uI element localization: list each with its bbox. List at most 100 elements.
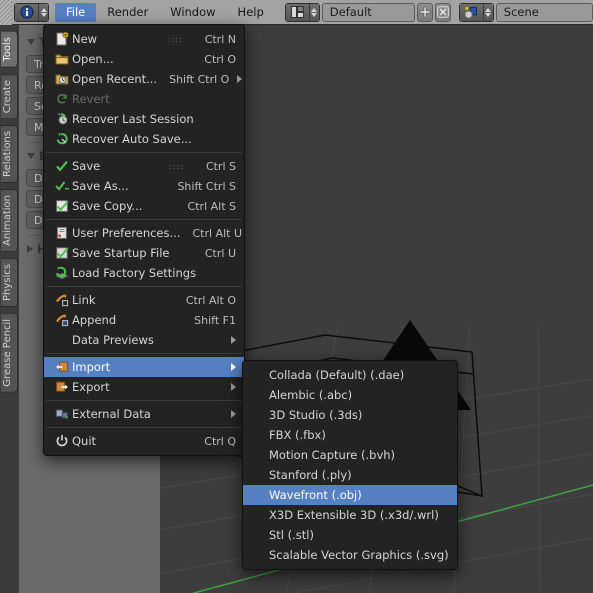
menu-label-external-data: External Data [72,407,151,421]
append-icon [52,313,72,327]
external-data-icon [52,407,72,421]
import-item-alembic[interactable]: Alembic (.abc) [243,385,457,405]
editor-type-spinner[interactable] [39,3,48,21]
revert-icon [52,92,72,106]
menu-accel-save-startup-file: Ctrl U [204,246,236,260]
main-menu-strip: File Render Window Help [55,0,275,25]
sidebar-tab-relations[interactable]: Relations [1,124,18,183]
triangle-down-icon [27,39,35,45]
drag-grip[interactable]: :::: [158,35,193,44]
load-factory-icon [52,266,72,280]
import-item-collada[interactable]: Collada (Default) (.dae) [243,365,457,385]
screen-layout-selector[interactable] [284,2,320,22]
sidebar-tab-physics[interactable]: Physics [1,257,18,307]
menu-label-link: Link [72,293,96,307]
menu-item-quit[interactable]: Quit Ctrl Q [44,431,244,451]
add-screen-layout-button[interactable] [416,2,433,22]
triangle-down-icon [27,153,35,159]
menu-item-append[interactable]: Append Shift F1 [44,310,244,330]
import-item-fbx[interactable]: FBX (.fbx) [243,425,457,445]
menu-label-append: Append [72,313,117,327]
menu-separator [46,400,242,401]
menu-file[interactable]: File [55,2,97,22]
sidebar-tab-create[interactable]: Create [1,73,18,119]
menu-render[interactable]: Render [96,3,159,22]
menu-item-save-copy[interactable]: Save Copy... Ctrl Alt S [44,196,244,216]
menu-accel-save-copy: Ctrl Alt S [187,199,236,213]
menu-item-save-startup-file[interactable]: Save Startup File Ctrl U [44,243,244,263]
screen-layout-name-field[interactable]: Default [321,2,415,22]
scene-name-field[interactable]: Scene [495,2,593,22]
chevron-right-icon [237,75,243,83]
menu-label-load-factory-settings: Load Factory Settings [72,266,197,280]
scene-spinner[interactable] [483,3,493,21]
menu-label-save-startup-file: Save Startup File [72,246,170,260]
import-item-3d-studio[interactable]: 3D Studio (.3ds) [243,405,457,425]
blender-window: File Render Window Help Default Scene To… [0,0,593,593]
menu-item-open-recent[interactable]: Open Recent... Shift Ctrl O [44,69,244,89]
drag-grip[interactable]: :::: [159,162,194,171]
menu-label-user-preferences: User Preferences... [72,226,181,240]
menu-separator [46,427,242,428]
scene-selector[interactable] [458,2,494,22]
import-item-x3d[interactable]: X3D Extensible 3D (.x3d/.wrl) [243,505,457,525]
menu-accel-save: Ctrl S [205,159,236,173]
new-file-icon [52,32,72,46]
menu-separator [46,353,242,354]
menu-item-revert: Revert [44,89,244,109]
menu-item-save-as[interactable]: Save As... Shift Ctrl S [44,176,244,196]
menu-item-export[interactable]: Export [44,377,244,397]
menu-separator [46,286,242,287]
sidebar-tab-tools[interactable]: Tools [1,31,18,68]
sidebar-tab-animation[interactable]: Animation [1,188,18,252]
menu-item-link[interactable]: Link Ctrl Alt O [44,290,244,310]
menu-label-recover-last-session: Recover Last Session [72,112,194,126]
import-item-svg[interactable]: Scalable Vector Graphics (.svg) [243,545,457,565]
menu-item-load-factory-settings[interactable]: Load Factory Settings [44,263,244,283]
menu-help[interactable]: Help [227,3,275,22]
menu-item-data-previews[interactable]: Data Previews [44,330,244,350]
import-item-wavefront-obj[interactable]: Wavefront (.obj) [243,485,457,505]
screen-layout-spinner[interactable] [309,3,319,21]
menu-separator [46,152,242,153]
file-dropdown-menu[interactable]: New :::: Ctrl N Open... Ctrl O Open Rece… [43,24,245,456]
sidebar-tab-grease-pencil[interactable]: Grease Pencil [1,312,18,393]
menu-item-import[interactable]: Import [44,357,244,377]
menu-label-export: Export [72,380,110,394]
menu-item-recover-last-session[interactable]: Recover Last Session [44,109,244,129]
tool-shelf-tab-column: Tools Create Relations Animation Physics… [0,25,19,593]
menu-label-save-copy: Save Copy... [72,199,143,213]
menu-accel-new: Ctrl N [204,32,236,46]
menu-label-import: Import [72,360,111,374]
menu-item-external-data[interactable]: External Data [44,404,244,424]
menu-item-recover-auto-save[interactable]: Recover Auto Save... [44,129,244,149]
menu-accel-user-preferences: Ctrl Alt U [192,226,242,240]
open-folder-icon [52,52,72,66]
header-grip[interactable] [0,0,12,25]
chevron-right-icon [231,363,236,371]
menu-label-quit: Quit [72,434,97,448]
menu-accel-link: Ctrl Alt O [185,293,236,307]
editor-type-selector[interactable] [14,2,49,22]
open-recent-icon [52,72,72,86]
import-item-stanford[interactable]: Stanford (.ply) [243,465,457,485]
menu-item-open[interactable]: Open... Ctrl O [44,49,244,69]
menu-label-revert: Revert [72,92,110,106]
menu-accel-append: Shift F1 [194,313,236,327]
menu-item-save[interactable]: Save :::: Ctrl S [44,156,244,176]
import-item-stl[interactable]: Stl (.stl) [243,525,457,545]
menu-window[interactable]: Window [159,3,226,22]
menu-label-new: New [72,32,98,46]
save-startup-icon [52,246,72,260]
menu-separator [46,219,242,220]
menu-label-save: Save [72,159,101,173]
export-icon [52,380,72,394]
remove-screen-layout-button[interactable] [434,2,451,22]
menu-accel-quit: Ctrl Q [204,434,236,448]
menu-item-user-preferences[interactable]: User Preferences... Ctrl Alt U [44,223,244,243]
menu-item-new[interactable]: New :::: Ctrl N [44,29,244,49]
chevron-right-icon [231,383,236,391]
import-item-motion-capture[interactable]: Motion Capture (.bvh) [243,445,457,465]
import-submenu[interactable]: Collada (Default) (.dae) Alembic (.abc) … [242,360,458,570]
menu-accel-open-recent: Shift Ctrl O [169,72,230,86]
